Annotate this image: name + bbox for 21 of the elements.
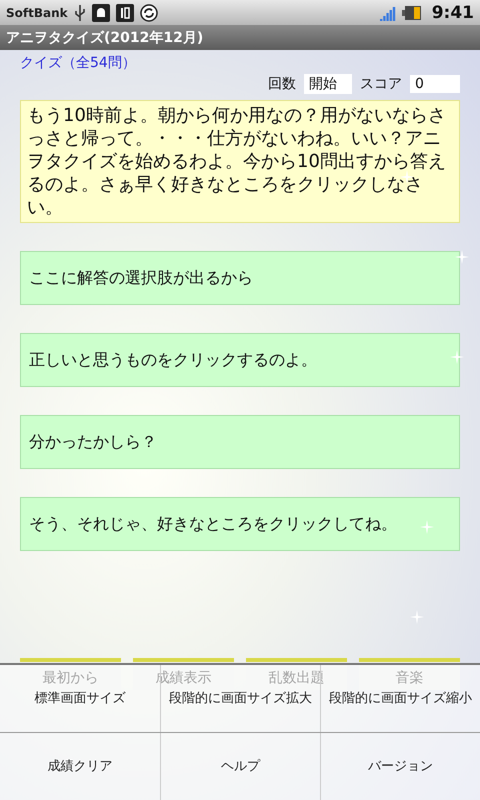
battery-icon	[402, 4, 422, 20]
answer-option[interactable]: 正しいと思うものをクリックするのよ。	[20, 333, 460, 387]
quiz-count-label: クイズ（全54問）	[20, 54, 137, 72]
message-box: もう10時前よ。朝から何か用なの？用がないならさっさと帰って。・・・仕方がないわね。いい？アニヲタクイズを始めるわよ。今から10問出すから答えるのよ。さぁ早く好きなところをクリックしなさい。	[20, 100, 460, 223]
answer-option[interactable]: そう、それじゃ、好きなところをクリックしてね。	[20, 497, 460, 551]
clock-time: 9:41	[432, 2, 474, 22]
answer-option[interactable]: ここに解答の選択肢が出るから	[20, 251, 460, 305]
answer-option[interactable]: 分かったかしら？	[20, 415, 460, 469]
usb-icon	[74, 4, 86, 20]
counter-label: 回数	[268, 75, 296, 93]
counter-label: スコア	[360, 75, 402, 93]
menu-item[interactable]: ヘルプ	[160, 732, 320, 800]
carrier-name: SoftBank	[6, 6, 68, 20]
counter-value: 0	[410, 75, 460, 93]
signal-icon	[380, 4, 396, 20]
notification-icon	[116, 4, 134, 22]
menu-item[interactable]: バージョン	[320, 732, 480, 800]
app-title: アニヲタクイズ(2012年12月)	[6, 28, 204, 46]
sync-icon	[140, 4, 158, 22]
counter-value: 開始	[304, 74, 352, 94]
menu-item[interactable]: 成績クリア	[0, 732, 160, 800]
